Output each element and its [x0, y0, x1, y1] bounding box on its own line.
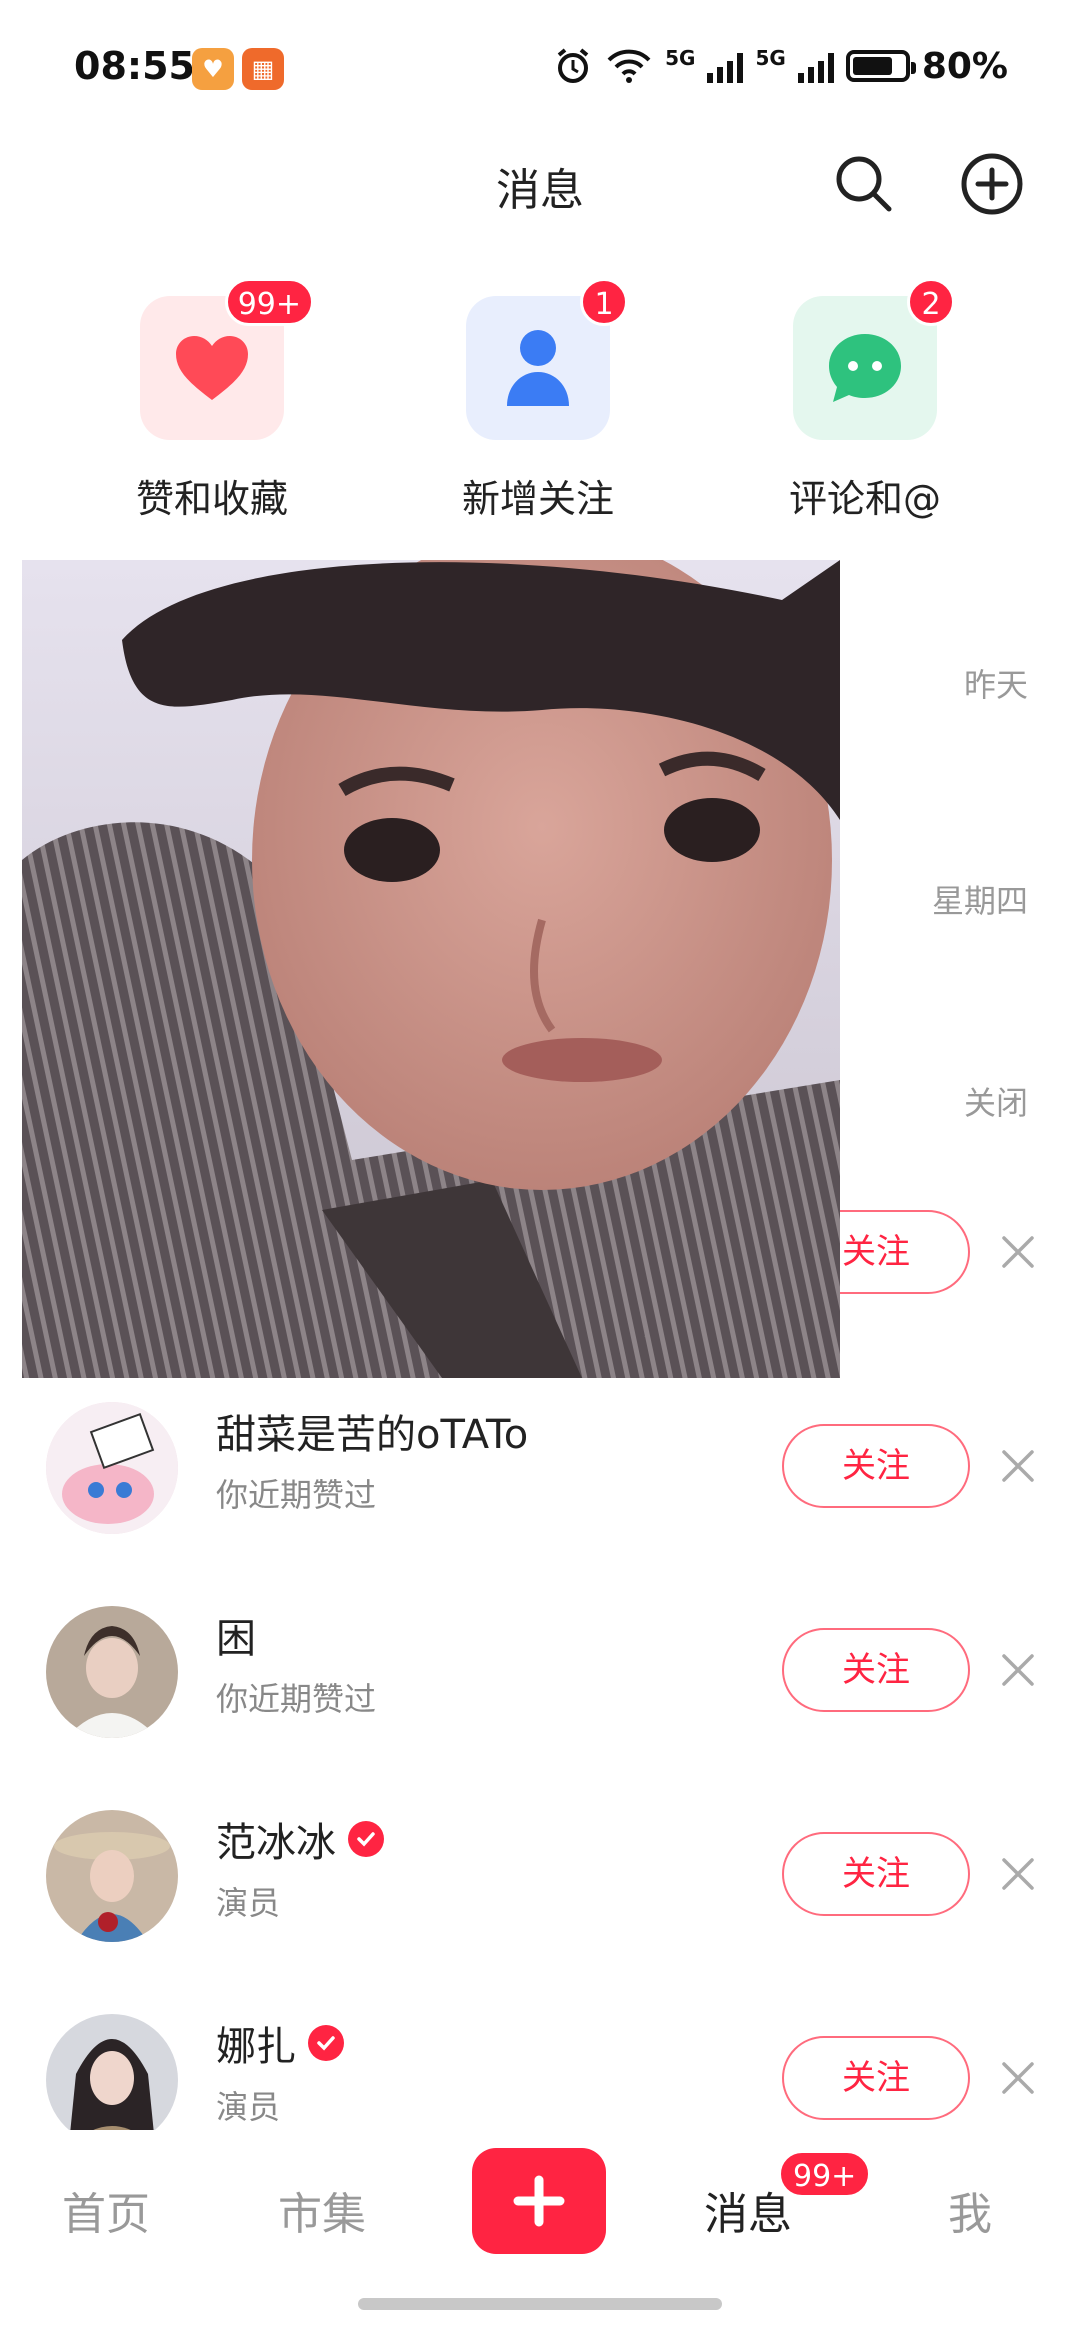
floating-photo[interactable] [22, 560, 840, 1378]
person-icon [507, 330, 569, 406]
comments-and-mentions-button[interactable]: 2 评论和@ [785, 278, 955, 523]
suggestion-reason: 你近期赞过 [216, 1476, 377, 1514]
network-label-2: 5G [755, 46, 786, 70]
close-icon[interactable] [1000, 1234, 1036, 1270]
avatar[interactable] [46, 1606, 178, 1738]
followers-icon-box: 1 [466, 278, 628, 440]
message-time-1: 昨天 [963, 666, 1028, 704]
battery-icon [845, 50, 916, 82]
search-icon[interactable] [832, 152, 894, 214]
verified-icon [308, 2025, 344, 2061]
followers-badge: 1 [580, 278, 628, 326]
follow-button[interactable]: 关注 [782, 2036, 970, 2120]
wifi-icon [607, 49, 651, 83]
suggestion-name[interactable]: 娜扎 [216, 2014, 344, 2072]
follow-button[interactable]: 关注 [782, 1424, 970, 1508]
portrait-image [22, 560, 840, 1378]
heart-icon [176, 336, 248, 400]
suggestion-reason: 你近期赞过 [216, 1680, 377, 1718]
messages-badge: 99+ [778, 2150, 872, 2198]
close-icon[interactable] [1000, 2060, 1036, 2096]
comments-badge: 2 [907, 278, 955, 326]
grid-app-icon: ▦ [242, 48, 284, 90]
suggestion-name[interactable]: 甜菜是苦的oTATo [216, 1402, 528, 1460]
plus-icon [513, 2175, 565, 2227]
suggestion-reason: 演员 [216, 1884, 281, 1922]
nav-messages[interactable]: 消息 [704, 2178, 792, 2242]
avatar[interactable] [46, 1810, 178, 1942]
avatar[interactable] [46, 1402, 178, 1534]
verified-icon [348, 1821, 384, 1857]
bottom-nav: 首页 市集 消息 99+ 我 [0, 2130, 1080, 2280]
person-photo-avatar [46, 1810, 178, 1942]
heart-app-icon: ♥ [192, 48, 234, 90]
person-photo-avatar [46, 1606, 178, 1738]
chat-bubble-icon [829, 334, 901, 402]
alarm-icon [557, 48, 589, 83]
close-icon[interactable] [1000, 1652, 1036, 1688]
follow-button[interactable]: 关注 [782, 1628, 970, 1712]
suggestion-reason: 演员 [216, 2088, 281, 2126]
likes-and-favorites-button[interactable]: 99+ 赞和收藏 [132, 278, 314, 523]
home-indicator [358, 2298, 722, 2310]
battery-level: 80% [921, 45, 1008, 87]
person-photo-avatar [46, 2014, 178, 2146]
publish-button[interactable] [472, 2148, 606, 2254]
page-title: 消息 [496, 165, 584, 216]
message-time-2: 星期四 [931, 882, 1028, 920]
nav-market[interactable]: 市集 [278, 2178, 366, 2242]
close-label[interactable]: 关闭 [964, 1078, 1028, 1124]
suggestion-name[interactable]: 困 [216, 1606, 256, 1664]
signal-icon-2 [797, 49, 834, 83]
comments-icon-box: 2 [793, 278, 955, 440]
header: 消息 [0, 140, 1080, 230]
follow-button[interactable]: 关注 [782, 1832, 970, 1916]
new-followers-button[interactable]: 1 新增关注 [458, 278, 628, 523]
avatar[interactable] [46, 2014, 178, 2146]
likes-badge: 99+ [224, 278, 314, 326]
likes-label: 赞和收藏 [135, 477, 288, 521]
nav-me[interactable]: 我 [948, 2178, 992, 2242]
add-icon[interactable] [960, 152, 1024, 216]
status-icons: 5G 5G 80% [553, 44, 1008, 88]
comments-label: 评论和@ [788, 477, 941, 521]
suggestion-name[interactable]: 范冰冰 [216, 1810, 384, 1868]
status-time: 08:55 [74, 44, 195, 88]
close-icon[interactable] [1000, 1856, 1036, 1892]
status-bar: 08:55 ♥ ▦ 5G 5G 80% [0, 0, 1080, 130]
suggestion-row: 困 你近期赞过 关注 [0, 1586, 1080, 1756]
followers-label: 新增关注 [461, 477, 614, 521]
likes-icon-box: 99+ [140, 278, 314, 440]
close-icon[interactable] [1000, 1448, 1036, 1484]
suggestion-row: 范冰冰 演员 关注 [0, 1790, 1080, 1960]
nav-home[interactable]: 首页 [62, 2178, 150, 2242]
network-label-1: 5G [665, 46, 696, 70]
suggestion-row: 甜菜是苦的oTATo 你近期赞过 关注 [0, 1382, 1080, 1552]
signal-icon [707, 49, 744, 83]
cartoon-avatar-image [46, 1402, 178, 1534]
